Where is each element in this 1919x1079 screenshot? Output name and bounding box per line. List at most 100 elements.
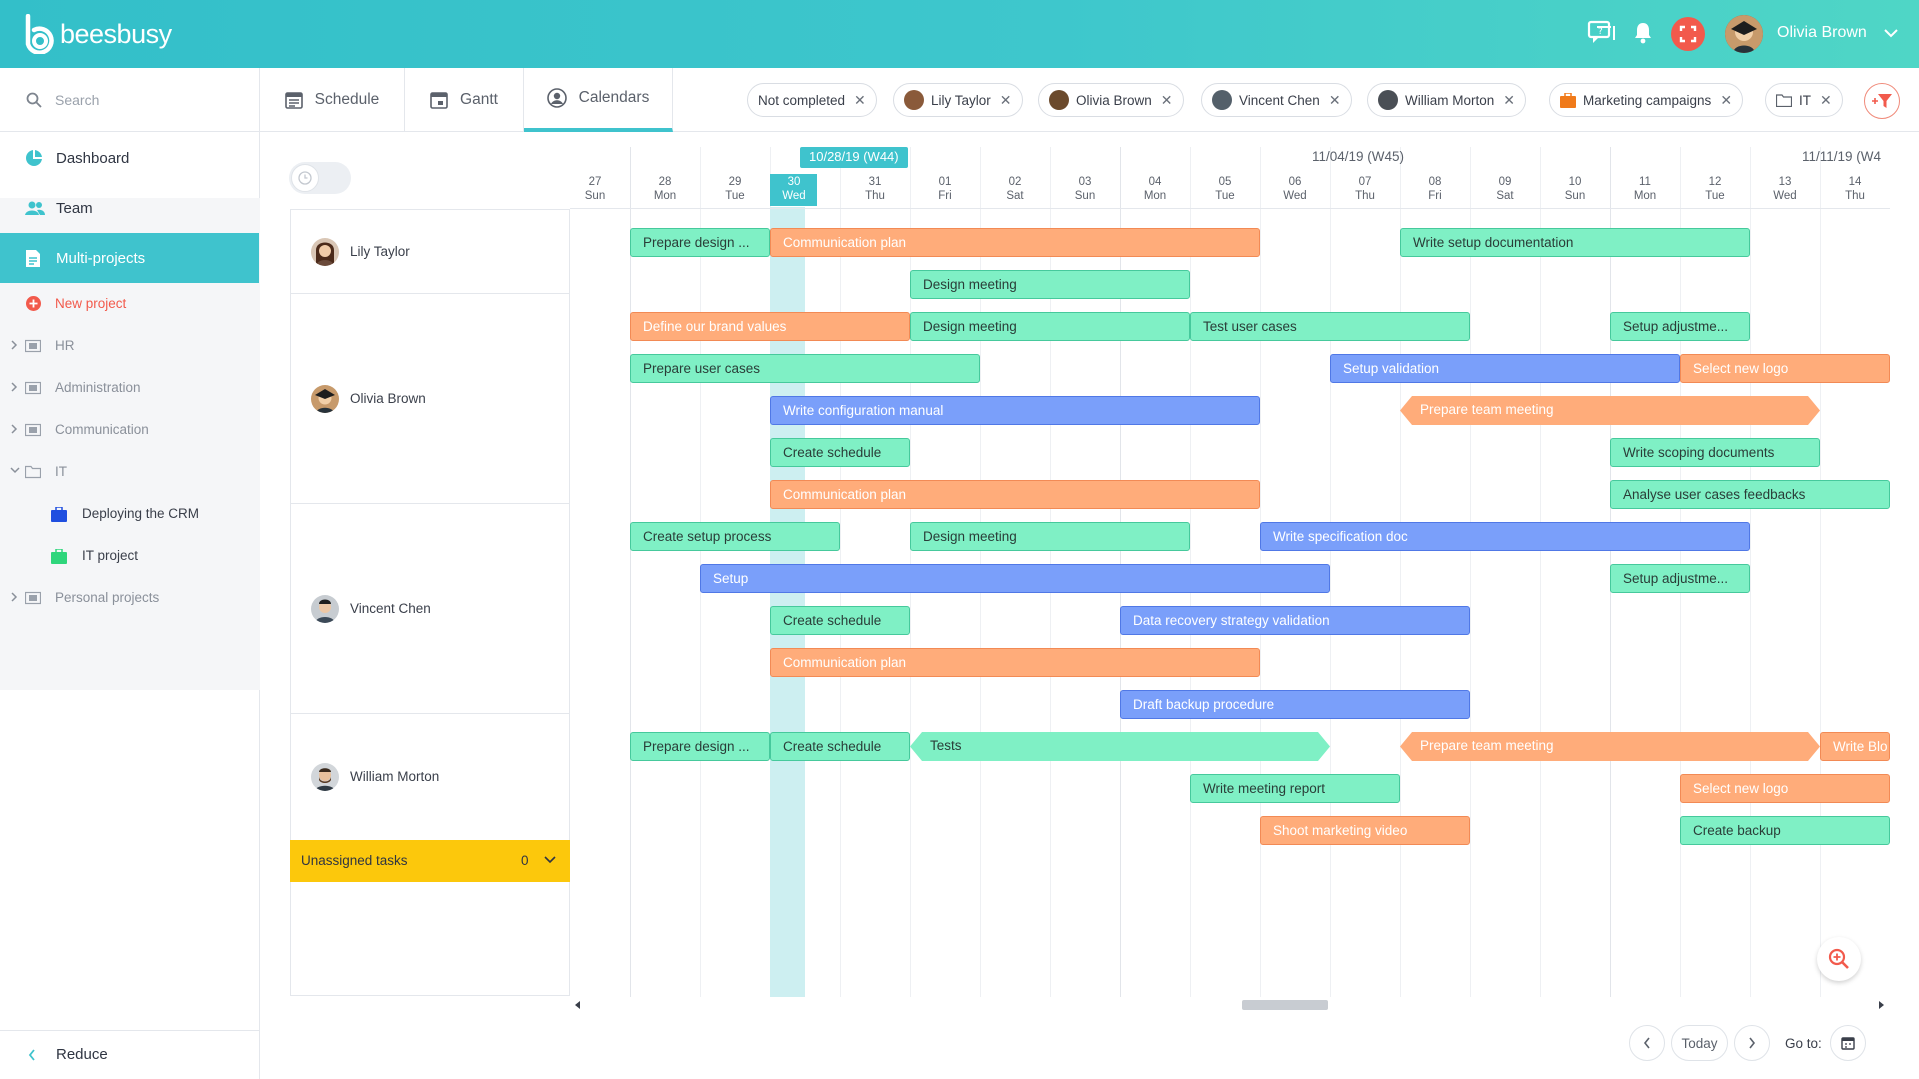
chevron-down-icon[interactable] — [10, 466, 20, 474]
task-bar[interactable]: Prepare design ... — [630, 228, 770, 257]
task-bar[interactable]: Create setup process — [630, 522, 840, 551]
tab-schedule[interactable]: Schedule — [260, 68, 405, 132]
task-bar[interactable]: Write setup documentation — [1400, 228, 1750, 257]
next-period-button[interactable] — [1734, 1025, 1770, 1061]
tree-item-it-project[interactable]: IT project — [0, 536, 259, 576]
day-number[interactable]: 10 — [1545, 176, 1605, 188]
task-bar[interactable]: Shoot marketing video — [1260, 816, 1470, 845]
chevron-down-icon[interactable] — [1884, 28, 1898, 38]
tab-calendars[interactable]: Calendars — [524, 68, 673, 132]
task-bar[interactable]: Select new logo — [1680, 774, 1890, 803]
task-bar[interactable]: Design meeting — [910, 522, 1190, 551]
task-bar[interactable]: Design meeting — [910, 312, 1190, 341]
person-row-lily-taylor[interactable]: Lily Taylor — [291, 209, 570, 293]
chevron-right-icon[interactable] — [10, 382, 18, 392]
day-number[interactable]: 01 — [915, 176, 975, 188]
day-number[interactable]: 05 — [1195, 176, 1255, 188]
chevron-right-icon[interactable] — [10, 424, 18, 434]
day-number[interactable]: 02 — [985, 176, 1045, 188]
task-bar[interactable]: Write Blo — [1820, 732, 1890, 761]
day-number[interactable]: 31 — [845, 176, 905, 188]
task-bar[interactable]: Setup adjustme... — [1610, 564, 1750, 593]
tree-item-personal-projects[interactable]: Personal projects — [0, 578, 259, 618]
sidebar-item-team[interactable]: Team — [0, 183, 259, 233]
unassigned-tasks-toggle[interactable]: Unassigned tasks 0 — [290, 840, 570, 882]
filter-chip-olivia-brown[interactable]: Olivia Brown ✕ — [1038, 83, 1184, 117]
filter-chip-lily-taylor[interactable]: Lily Taylor ✕ — [893, 83, 1023, 117]
user-name[interactable]: Olivia Brown — [1777, 24, 1867, 42]
new-project-button[interactable]: New project — [0, 284, 259, 322]
task-bar[interactable]: Draft backup procedure — [1120, 690, 1470, 719]
day-number[interactable]: 11 — [1615, 176, 1675, 188]
task-bar[interactable]: Test user cases — [1190, 312, 1470, 341]
tree-item-communication[interactable]: Communication — [0, 410, 259, 450]
task-bar[interactable]: Prepare team meeting — [1400, 732, 1820, 761]
search-box[interactable]: Search — [0, 68, 260, 132]
view-toggle[interactable] — [289, 162, 351, 194]
task-bar[interactable]: Create schedule — [770, 732, 910, 761]
task-bar[interactable]: Communication plan — [770, 228, 1260, 257]
filter-chip-it[interactable]: IT ✕ — [1765, 83, 1843, 117]
task-bar[interactable]: Define our brand values — [630, 312, 910, 341]
task-bar[interactable]: Prepare design ... — [630, 732, 770, 761]
previous-period-button[interactable] — [1629, 1025, 1665, 1061]
search-input[interactable]: Search — [55, 92, 99, 108]
task-bar[interactable]: Create schedule — [770, 438, 910, 467]
fullscreen-icon[interactable] — [1671, 17, 1705, 51]
task-bar[interactable]: Setup — [700, 564, 1330, 593]
scroll-right-arrow-icon[interactable] — [1879, 1001, 1885, 1009]
task-bar[interactable]: Communication plan — [770, 480, 1260, 509]
task-bar[interactable]: Create backup — [1680, 816, 1890, 845]
sidebar-item-dashboard[interactable]: Dashboard — [0, 133, 259, 183]
scroll-left-arrow-icon[interactable] — [575, 1001, 581, 1009]
task-bar[interactable]: Data recovery strategy validation — [1120, 606, 1470, 635]
filter-chip-william-morton[interactable]: William Morton ✕ — [1367, 83, 1526, 117]
close-icon[interactable]: ✕ — [1503, 92, 1515, 109]
task-bar[interactable]: Write configuration manual — [770, 396, 1260, 425]
day-number[interactable]: 08 — [1405, 176, 1465, 188]
task-bar[interactable]: Prepare team meeting — [1400, 396, 1820, 425]
tree-item-hr[interactable]: HR — [0, 326, 259, 366]
tab-gantt[interactable]: Gantt — [405, 68, 524, 132]
task-bar[interactable]: Analyse user cases feedbacks — [1610, 480, 1890, 509]
chevron-right-icon[interactable] — [10, 592, 18, 602]
user-avatar[interactable] — [1725, 15, 1763, 53]
person-row-william-morton[interactable]: William Morton — [291, 713, 570, 839]
task-bar[interactable]: Prepare user cases — [630, 354, 980, 383]
tree-item-it[interactable]: IT — [0, 452, 259, 492]
close-icon[interactable]: ✕ — [1329, 92, 1341, 109]
day-number[interactable]: 13 — [1755, 176, 1815, 188]
filter-chip-not-completed[interactable]: Not completed ✕ — [747, 83, 877, 117]
person-row-vincent-chen[interactable]: Vincent Chen — [291, 503, 570, 713]
day-number[interactable]: 04 — [1125, 176, 1185, 188]
task-bar[interactable]: Write scoping documents — [1610, 438, 1820, 467]
goto-date-button[interactable] — [1830, 1025, 1866, 1061]
close-icon[interactable]: ✕ — [1720, 92, 1732, 109]
task-bar[interactable]: Tests — [910, 732, 1330, 761]
filter-chip-vincent-chen[interactable]: Vincent Chen ✕ — [1201, 83, 1352, 117]
horizontal-scrollbar[interactable] — [570, 996, 1890, 1013]
scrollbar-thumb[interactable] — [1242, 1000, 1328, 1010]
today-button[interactable]: Today — [1671, 1025, 1728, 1061]
task-bar[interactable]: Communication plan — [770, 648, 1260, 677]
day-number[interactable]: 29 — [705, 176, 765, 188]
task-bar[interactable]: Setup validation — [1330, 354, 1680, 383]
reduce-sidebar-button[interactable]: Reduce — [0, 1030, 259, 1079]
day-number[interactable]: 14 — [1825, 176, 1885, 188]
feedback-icon[interactable]: ? — [1587, 20, 1615, 46]
day-number[interactable]: 28 — [635, 176, 695, 188]
day-number[interactable]: 09 — [1475, 176, 1535, 188]
day-number[interactable]: 07 — [1335, 176, 1395, 188]
day-number[interactable]: 27 — [570, 176, 625, 188]
sidebar-item-multi-projects[interactable]: Multi-projects — [0, 233, 259, 283]
tree-item-deploying-the-crm[interactable]: Deploying the CRM — [0, 494, 259, 534]
filter-chip-marketing-campaigns[interactable]: Marketing campaigns ✕ — [1549, 83, 1744, 117]
close-icon[interactable]: ✕ — [854, 92, 866, 109]
day-number[interactable]: 30 — [764, 176, 824, 188]
add-filter-button[interactable] — [1864, 83, 1900, 119]
tree-item-administration[interactable]: Administration — [0, 368, 259, 408]
task-bar[interactable]: Select new logo — [1680, 354, 1890, 383]
day-number[interactable]: 06 — [1265, 176, 1325, 188]
zoom-button[interactable] — [1817, 937, 1861, 981]
logo[interactable]: beesbusy — [24, 14, 172, 54]
